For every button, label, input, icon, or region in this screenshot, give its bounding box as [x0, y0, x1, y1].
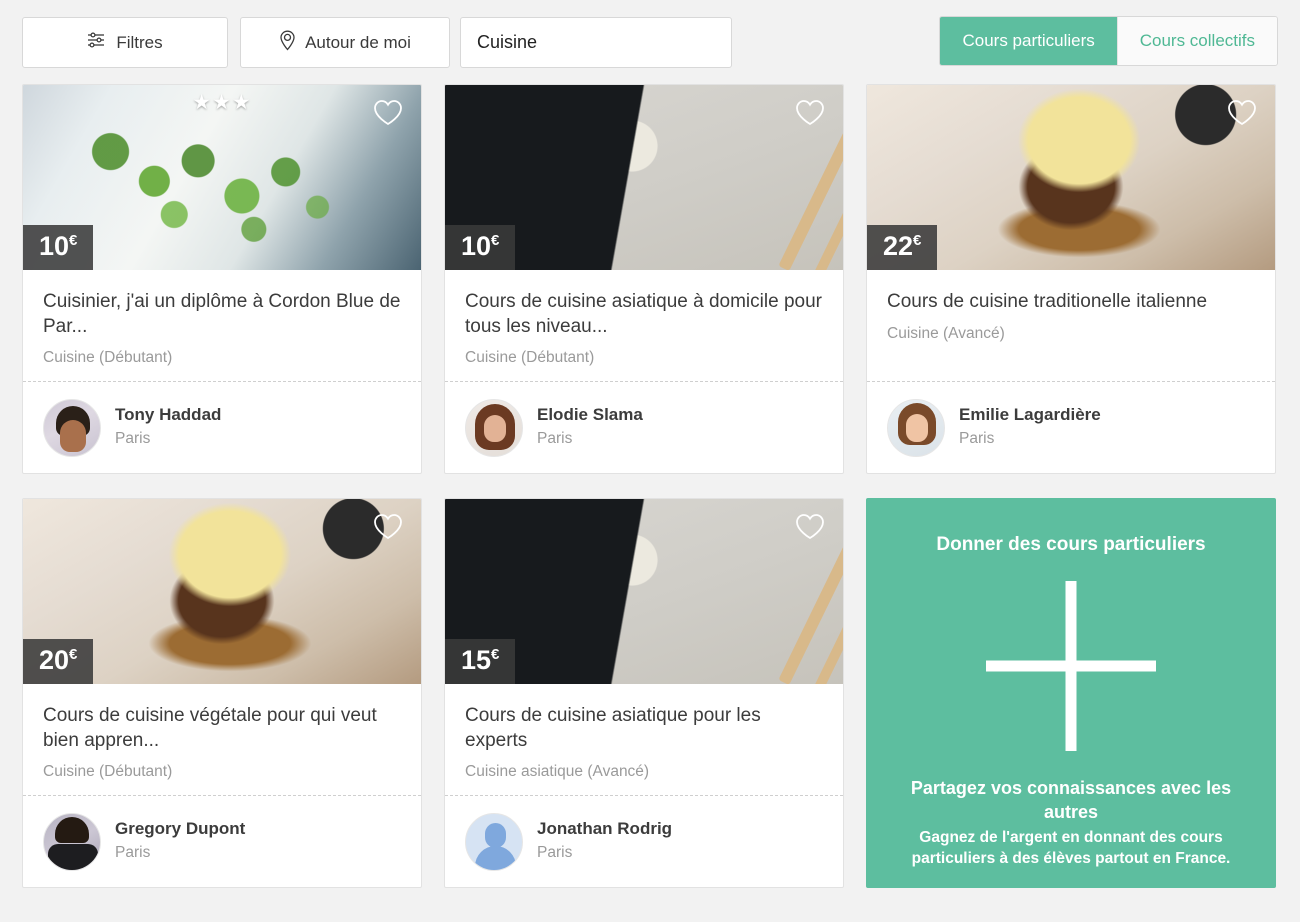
course-card[interactable]: ★★★ 10€ Cuisinier, j'ai un diplôme à Cor…: [22, 84, 422, 474]
course-photo: 15€: [445, 499, 843, 684]
course-subject: Cuisine asiatique (Avancé): [465, 763, 650, 781]
favorite-heart-icon[interactable]: [1227, 99, 1257, 131]
favorite-heart-icon[interactable]: [373, 513, 403, 545]
toolbar: Filtres Autour de moi Cours particuliers…: [0, 0, 1300, 84]
price-badge: 10€: [23, 225, 94, 270]
course-card[interactable]: 22€ Cours de cuisine traditionelle itali…: [866, 84, 1276, 474]
course-info: Cours de cuisine asiatique à domicile po…: [445, 270, 843, 381]
course-title: Cuisinier, j'ai un diplôme à Cordon Blue…: [43, 291, 401, 337]
course-info: Cours de cuisine végétale pour qui veut …: [23, 684, 421, 795]
teacher-city: Paris: [115, 430, 151, 448]
avatar: [43, 812, 101, 871]
avatar: [465, 398, 523, 457]
course-photo: 20€: [23, 499, 421, 684]
teacher-row[interactable]: Tony Haddad Paris: [23, 381, 421, 473]
cta-title: Donner des cours particuliers: [936, 534, 1206, 555]
course-title: Cours de cuisine traditionelle italienne: [887, 291, 1208, 312]
course-card[interactable]: 15€ Cours de cuisine asiatique pour les …: [444, 498, 844, 888]
course-subject: Cuisine (Débutant): [465, 349, 595, 367]
course-photo: 22€: [867, 85, 1275, 270]
course-type-toggle: Cours particuliers Cours collectifs: [939, 16, 1278, 66]
tab-cours-particuliers[interactable]: Cours particuliers: [940, 17, 1117, 65]
course-title: Cours de cuisine asiatique à domicile po…: [465, 291, 822, 337]
teacher-name: Emilie Lagardière: [959, 405, 1101, 425]
course-info: Cours de cuisine asiatique pour les expe…: [445, 684, 843, 795]
tab-cours-collectifs[interactable]: Cours collectifs: [1116, 17, 1277, 65]
course-title: Cours de cuisine végétale pour qui veut …: [43, 705, 377, 751]
course-info: Cours de cuisine traditionelle italienne…: [867, 270, 1275, 381]
search-field[interactable]: [460, 17, 732, 68]
filters-button[interactable]: Filtres: [22, 17, 228, 68]
avatar: [43, 398, 101, 457]
course-subject: Cuisine (Débutant): [43, 349, 173, 367]
teacher-name: Tony Haddad: [115, 405, 222, 425]
avatar: [887, 398, 945, 457]
avatar: [465, 812, 523, 871]
teacher-city: Paris: [115, 844, 151, 862]
filters-label: Filtres: [116, 32, 163, 52]
teacher-row[interactable]: Elodie Slama Paris: [445, 381, 843, 473]
nearby-label: Autour de moi: [305, 32, 411, 52]
course-title: Cours de cuisine asiatique pour les expe…: [465, 705, 761, 751]
teacher-city: Paris: [537, 430, 573, 448]
teacher-row[interactable]: Gregory Dupont Paris: [23, 795, 421, 887]
price-badge: 10€: [445, 225, 516, 270]
price-badge: 15€: [445, 639, 516, 684]
plus-icon: [986, 581, 1156, 751]
search-input[interactable]: [477, 32, 715, 53]
favorite-heart-icon[interactable]: [795, 99, 825, 131]
location-pin-icon: [279, 30, 296, 56]
nearby-button[interactable]: Autour de moi: [240, 17, 450, 68]
course-card[interactable]: 20€ Cours de cuisine végétale pour qui v…: [22, 498, 422, 888]
course-info: Cuisinier, j'ai un diplôme à Cordon Blue…: [23, 270, 421, 381]
favorite-heart-icon[interactable]: [373, 99, 403, 131]
teacher-city: Paris: [537, 844, 573, 862]
teacher-name: Jonathan Rodrig: [537, 819, 673, 839]
course-subject: Cuisine (Débutant): [43, 763, 173, 781]
price-badge: 22€: [867, 225, 938, 270]
cta-plus-wrap: [986, 556, 1156, 776]
teacher-name: Elodie Slama: [537, 405, 643, 425]
course-photo: ★★★ 10€: [23, 85, 421, 270]
course-card[interactable]: 10€ Cours de cuisine asiatique à domicil…: [444, 84, 844, 474]
course-photo: 10€: [445, 85, 843, 270]
cta-description: Gagnez de l'argent en donnant des cours …: [911, 829, 1231, 868]
favorite-heart-icon[interactable]: [795, 513, 825, 545]
teacher-row[interactable]: Jonathan Rodrig Paris: [445, 795, 843, 887]
filters-icon: [87, 32, 106, 53]
teacher-name: Gregory Dupont: [115, 819, 246, 839]
course-grid: ★★★ 10€ Cuisinier, j'ai un diplôme à Cor…: [22, 84, 1278, 888]
give-courses-cta[interactable]: Donner des cours particuliers Partagez v…: [866, 498, 1276, 888]
price-badge: 20€: [23, 639, 94, 684]
cta-lead: Partagez vos connaissances avec les autr…: [910, 777, 1232, 822]
teacher-city: Paris: [959, 430, 995, 448]
teacher-row[interactable]: Emilie Lagardière Paris: [867, 381, 1275, 473]
rating-stars: ★★★: [192, 91, 252, 114]
course-subject: Cuisine (Avancé): [887, 324, 1005, 342]
